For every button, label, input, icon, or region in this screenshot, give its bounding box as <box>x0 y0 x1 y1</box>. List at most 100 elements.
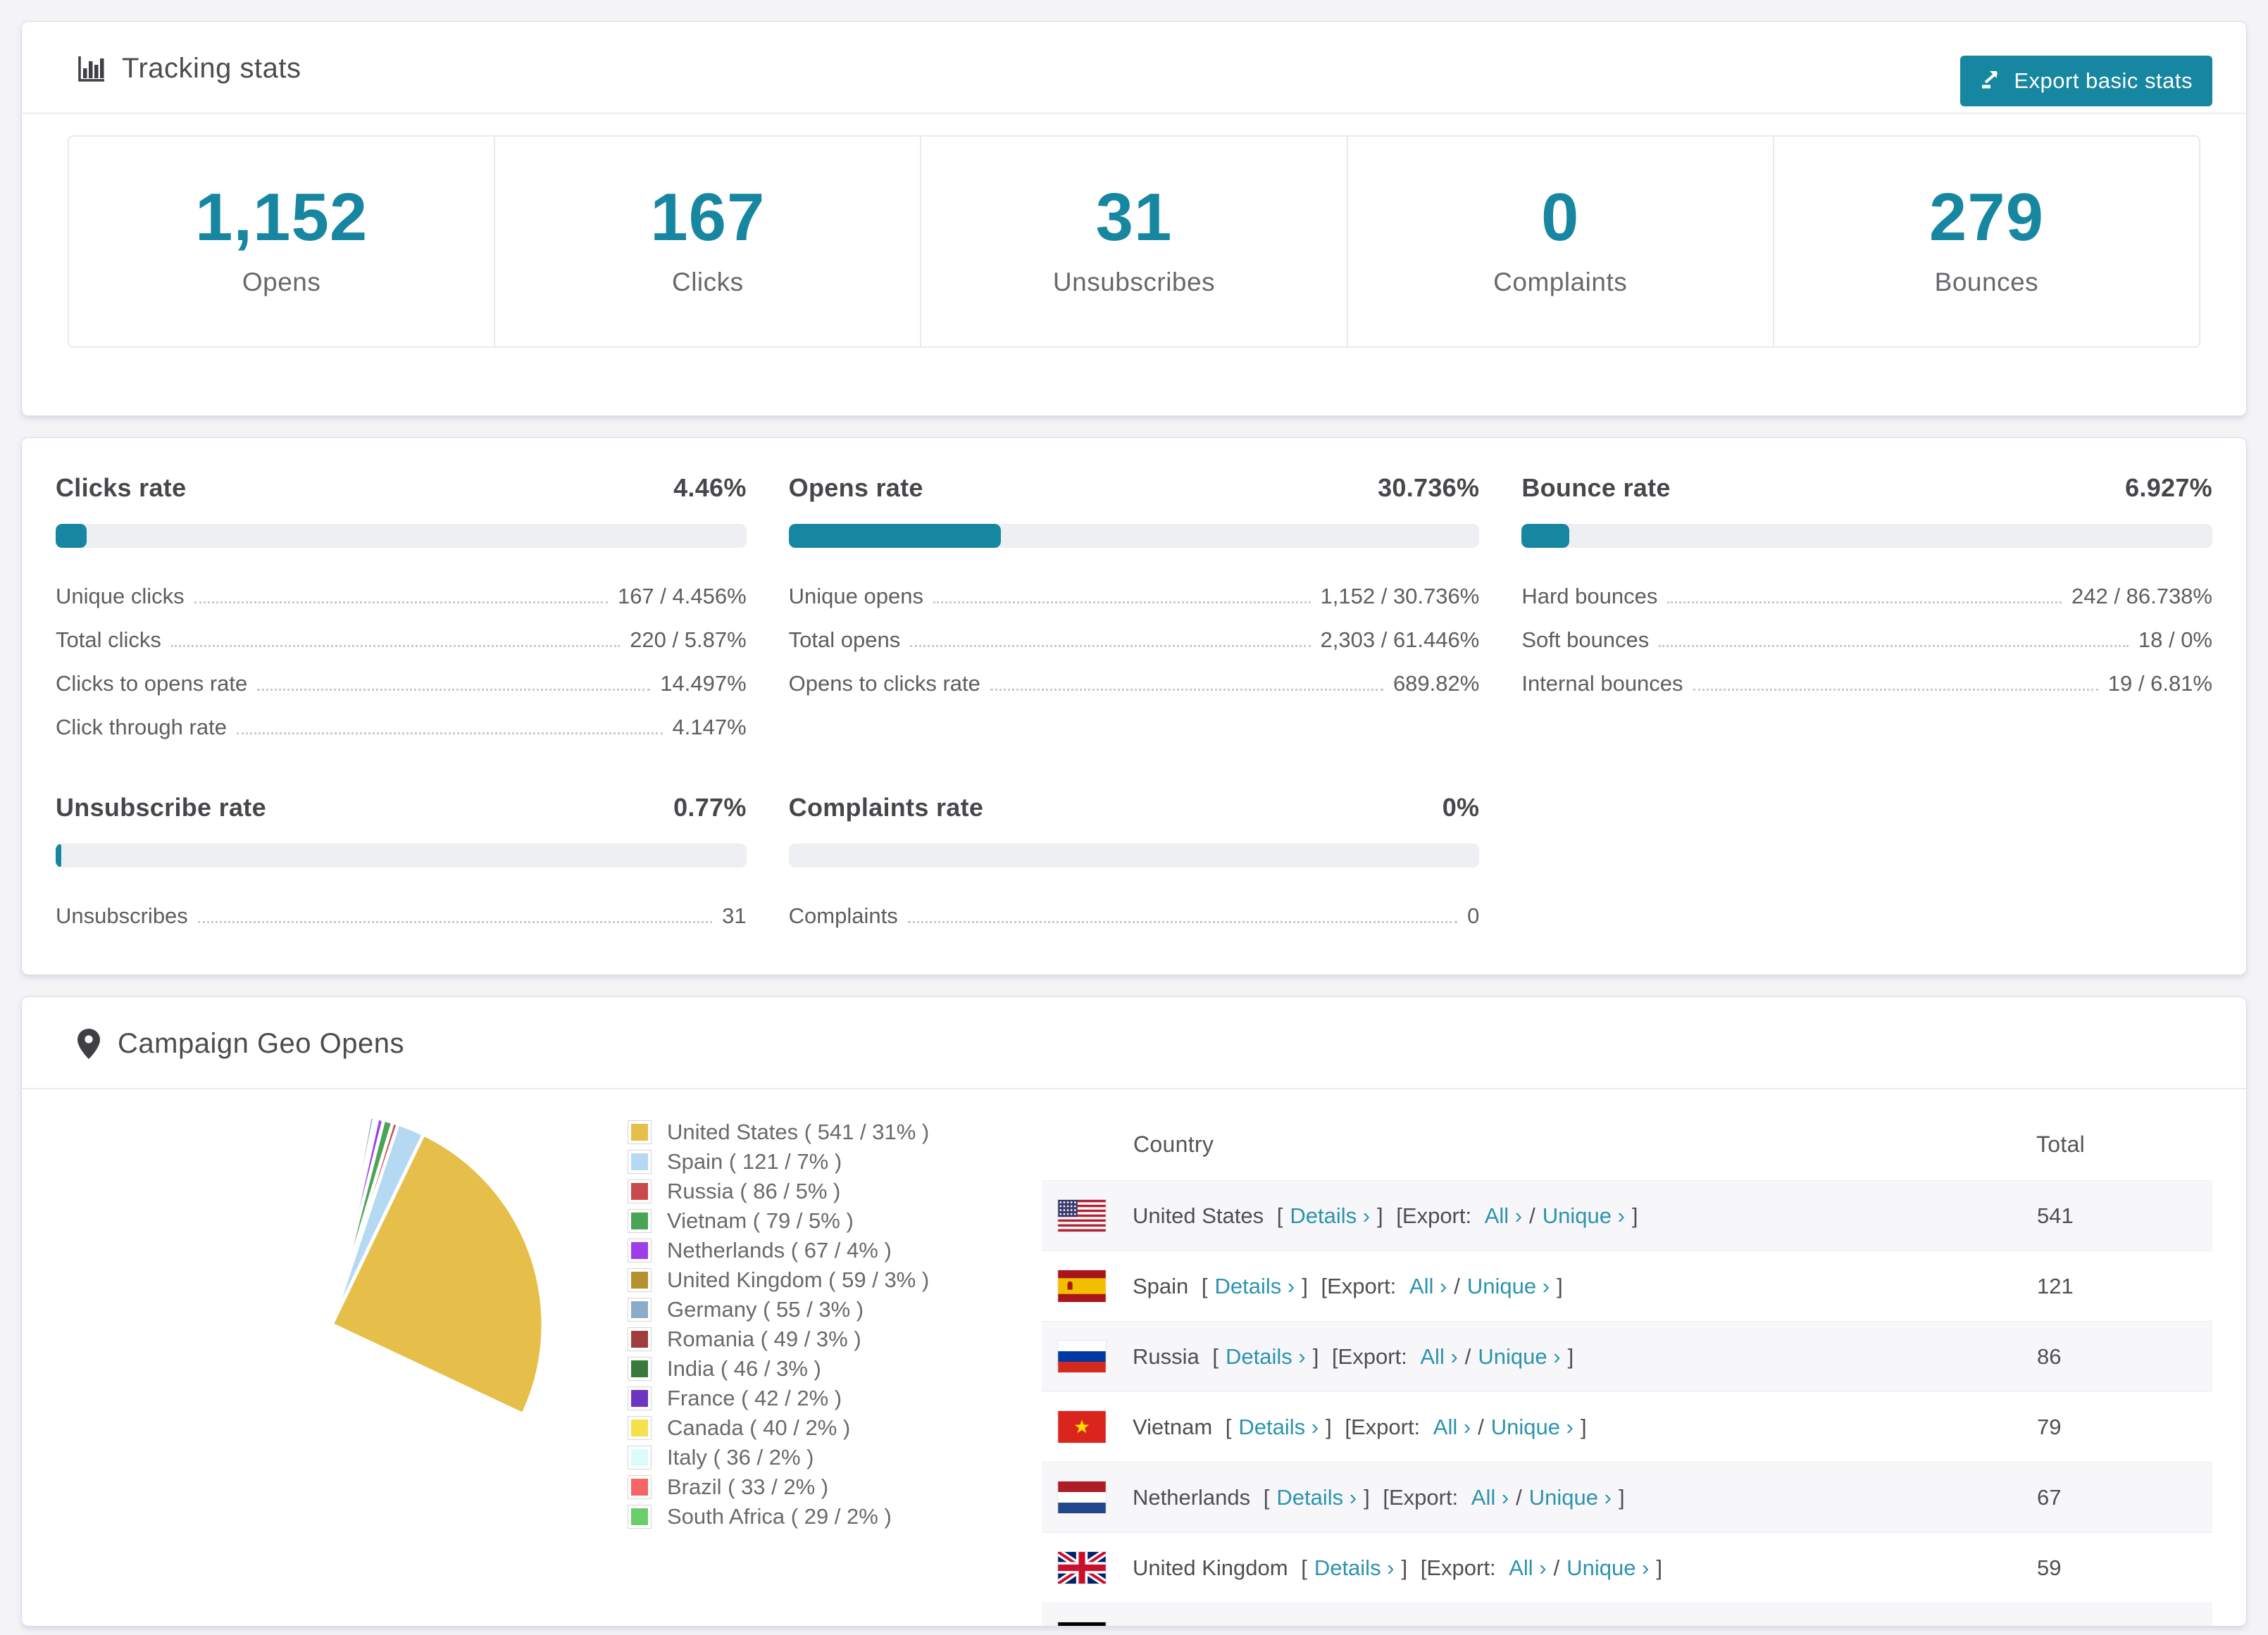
rate-row: Internal bounces 19 / 6.81% <box>1521 662 2212 706</box>
export-label: [Export: <box>1338 1414 1426 1439</box>
rate-bar-track <box>56 524 747 548</box>
rate-rows: Complaints 0 <box>789 894 1480 938</box>
details-link[interactable]: Details › <box>1215 1274 1295 1298</box>
rate-row-label: Unsubscribes <box>56 903 188 928</box>
rate-row-value: 0 <box>1467 903 1480 928</box>
page-title: Tracking stats <box>122 53 301 84</box>
export-unique-link[interactable]: Unique › <box>1491 1415 1574 1439</box>
country-total: 121 <box>2036 1251 2212 1322</box>
country-name: Spain <box>1133 1273 1195 1298</box>
country-cell: United States [Details ›] [Export: All ›… <box>1042 1200 2036 1232</box>
legend-item: United Kingdom ( 59 / 3% ) <box>628 1265 959 1295</box>
legend-item: Russia ( 86 / 5% ) <box>628 1177 959 1206</box>
country-text: Spain [Details ›] [Export: All › / Unique … <box>1133 1274 1570 1299</box>
stat-box: 279 Bounces <box>1772 137 2199 346</box>
dotted-leader <box>1659 645 2129 647</box>
legend-label: Brazil ( 33 / 2% ) <box>667 1474 829 1499</box>
dotted-leader <box>236 732 663 734</box>
country-text: United States [Details ›] [Export: All ›… <box>1133 1203 1645 1229</box>
country-text: Russia [Details ›] [Export: All › / Unique… <box>1133 1344 1581 1370</box>
export-all-link[interactable]: All › <box>1485 1203 1522 1228</box>
geo-table: Country Total United States [Details ›] … <box>1042 1108 2212 1627</box>
export-unique-link[interactable]: Unique › <box>1529 1485 1612 1510</box>
rate-bar-track <box>56 844 747 867</box>
stat-label: Opens <box>242 268 321 296</box>
map-pin-icon <box>77 1028 101 1060</box>
geo-table-row: Russia [Details ›] [Export: All › / Unique… <box>1042 1321 2212 1392</box>
rate-value: 30.736% <box>1378 473 1480 502</box>
country-flag-icon <box>1058 1270 1106 1302</box>
legend-item: France ( 42 / 2% ) <box>628 1384 959 1413</box>
rate-row-value: 167 / 4.456% <box>617 584 747 608</box>
rate-row-value: 31 <box>722 903 747 928</box>
bracket-close: ] <box>1326 1414 1332 1439</box>
export-all-link[interactable]: All › <box>1509 1555 1546 1580</box>
dotted-leader <box>910 645 1311 647</box>
rate-row: Hard bounces 242 / 86.738% <box>1521 575 2212 618</box>
rate-row-label: Complaints <box>788 903 898 928</box>
export-unique-link[interactable]: Unique › <box>1478 1344 1560 1369</box>
rate-panel-head: Opens rate 30.736% <box>789 473 1480 503</box>
export-all-link[interactable]: All › <box>1433 1415 1471 1439</box>
export-label: [Export: <box>1390 1203 1478 1228</box>
export-unique-link[interactable]: Unique › <box>1501 1626 1583 1627</box>
bracket-close2: ] <box>1631 1203 1638 1228</box>
legend-label: Italy ( 36 / 2% ) <box>667 1445 814 1470</box>
export-unique-link[interactable]: Unique › <box>1566 1555 1649 1580</box>
rate-row-label: Click through rate <box>56 715 227 739</box>
rate-row: Unique clicks 167 / 4.456% <box>56 575 747 618</box>
rate-row-value: 689.82% <box>1392 671 1480 696</box>
column-header-country: Country <box>1133 1132 1214 1157</box>
details-link[interactable]: Details › <box>1276 1485 1357 1510</box>
stat-label: Clicks <box>671 268 744 296</box>
export-all-link[interactable]: All › <box>1409 1274 1447 1298</box>
stat-box: 31 Unsubscribes <box>920 137 1346 346</box>
export-unique-link[interactable]: Unique › <box>1543 1203 1625 1228</box>
rate-value: 4.46% <box>673 473 747 502</box>
rate-row-value: 18 / 0% <box>2138 627 2212 652</box>
stat-label: Unsubscribes <box>1052 268 1216 296</box>
export-all-link[interactable]: All › <box>1471 1485 1509 1510</box>
country-cell: Spain [Details ›] [Export: All › / Unique … <box>1042 1270 2036 1302</box>
export-basic-stats-button[interactable]: Export basic stats <box>1960 56 2212 106</box>
rate-row: Click through rate 4.147% <box>56 706 747 749</box>
country-total: 55 <box>2036 1603 2212 1626</box>
export-unique-link[interactable]: Unique › <box>1467 1274 1550 1298</box>
details-link[interactable]: Details › <box>1314 1555 1395 1580</box>
bracket-close: ] <box>1335 1626 1342 1627</box>
rate-bar-fill <box>1521 524 1570 548</box>
stat-label: Bounces <box>1934 268 2039 296</box>
rate-row-label: Unique opens <box>788 584 923 608</box>
legend-item: Canada ( 40 / 2% ) <box>628 1413 959 1443</box>
geo-table-header-row: Country Total <box>1042 1108 2212 1181</box>
rate-row-value: 14.497% <box>660 671 747 696</box>
rate-rows: Unsubscribes 31 <box>56 894 747 938</box>
rate-row-label: Clicks to opens rate <box>56 671 248 696</box>
export-all-link[interactable]: All › <box>1420 1344 1457 1369</box>
legend-swatch <box>628 1209 652 1233</box>
rate-panel: Bounce rate 6.927% Hard bounces 242 / 86… <box>1521 473 2212 749</box>
legend-swatch <box>628 1446 652 1470</box>
details-link[interactable]: Details › <box>1226 1344 1306 1369</box>
bracket-close: ] <box>1364 1484 1370 1510</box>
dotted-leader <box>1693 689 2098 691</box>
country-name: Vietnam <box>1133 1414 1219 1439</box>
dotted-leader <box>197 921 713 923</box>
details-link[interactable]: Details › <box>1290 1203 1370 1228</box>
rate-panel: Clicks rate 4.46% Unique clicks 167 / 4.… <box>56 473 747 749</box>
legend-swatch <box>628 1239 652 1263</box>
details-link[interactable]: Details › <box>1238 1415 1319 1439</box>
legend-swatch <box>628 1416 652 1440</box>
bracket-open: [ <box>1276 1203 1283 1228</box>
legend-label: Netherlands ( 67 / 4% ) <box>667 1238 892 1263</box>
export-all-link[interactable]: All › <box>1443 1626 1481 1627</box>
dotted-leader <box>194 601 608 603</box>
rate-panel-head: Bounce rate 6.927% <box>1521 473 2212 503</box>
geo-table-row: Vietnam [Details ›] [Export: All › / Uniqu… <box>1042 1391 2212 1462</box>
tracking-stats-header: Tracking stats <box>22 22 2246 114</box>
legend-swatch <box>628 1268 652 1292</box>
details-link[interactable]: Details › <box>1249 1626 1329 1627</box>
legend-label: Spain ( 121 / 7% ) <box>667 1149 842 1174</box>
rate-rows: Unique clicks 167 / 4.456% Total clicks … <box>56 575 747 749</box>
legend-swatch <box>628 1327 652 1351</box>
